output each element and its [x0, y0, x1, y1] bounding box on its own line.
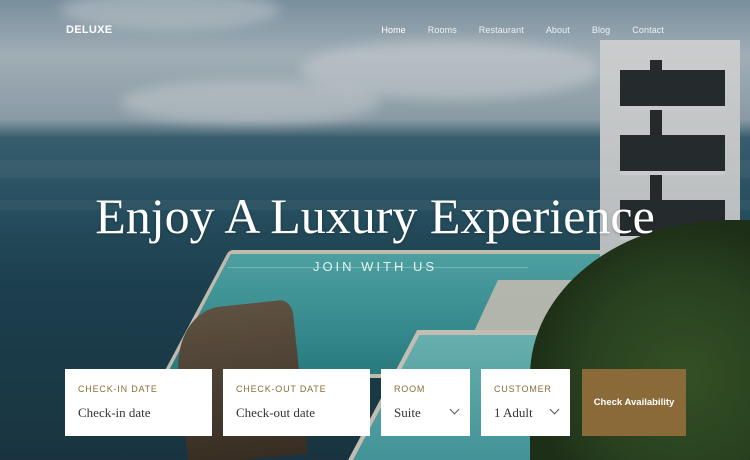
checkin-field[interactable]: CHECK-IN DATE	[65, 369, 212, 436]
hero-section: DELUXE Home Rooms Restaurant About Blog …	[0, 0, 750, 460]
hero-subtitle: JOIN WITH US	[312, 259, 438, 274]
nav-about[interactable]: About	[546, 25, 570, 35]
nav-home[interactable]: Home	[381, 25, 405, 35]
checkout-label: CHECK-OUT DATE	[236, 384, 327, 394]
checkout-input[interactable]	[236, 405, 356, 421]
main-menu: Home Rooms Restaurant About Blog Contact	[381, 25, 664, 35]
customer-label: CUSTOMER	[494, 384, 552, 394]
top-navigation: DELUXE Home Rooms Restaurant About Blog …	[0, 0, 750, 60]
customer-select[interactable]: CUSTOMER 1 Adult	[481, 369, 570, 436]
checkout-field[interactable]: CHECK-OUT DATE	[223, 369, 370, 436]
check-availability-button[interactable]: Check Availability	[582, 369, 686, 436]
nav-restaurant[interactable]: Restaurant	[479, 25, 524, 35]
room-label: ROOM	[394, 384, 426, 394]
nav-rooms[interactable]: Rooms	[428, 25, 457, 35]
nav-blog[interactable]: Blog	[592, 25, 610, 35]
hero-title: Enjoy A Luxury Experience	[95, 188, 655, 244]
nav-contact[interactable]: Contact	[632, 25, 664, 35]
room-select[interactable]: ROOM Suite	[381, 369, 470, 436]
site-logo[interactable]: DELUXE	[66, 24, 112, 36]
checkin-label: CHECK-IN DATE	[78, 384, 158, 394]
checkin-input[interactable]	[78, 405, 198, 421]
